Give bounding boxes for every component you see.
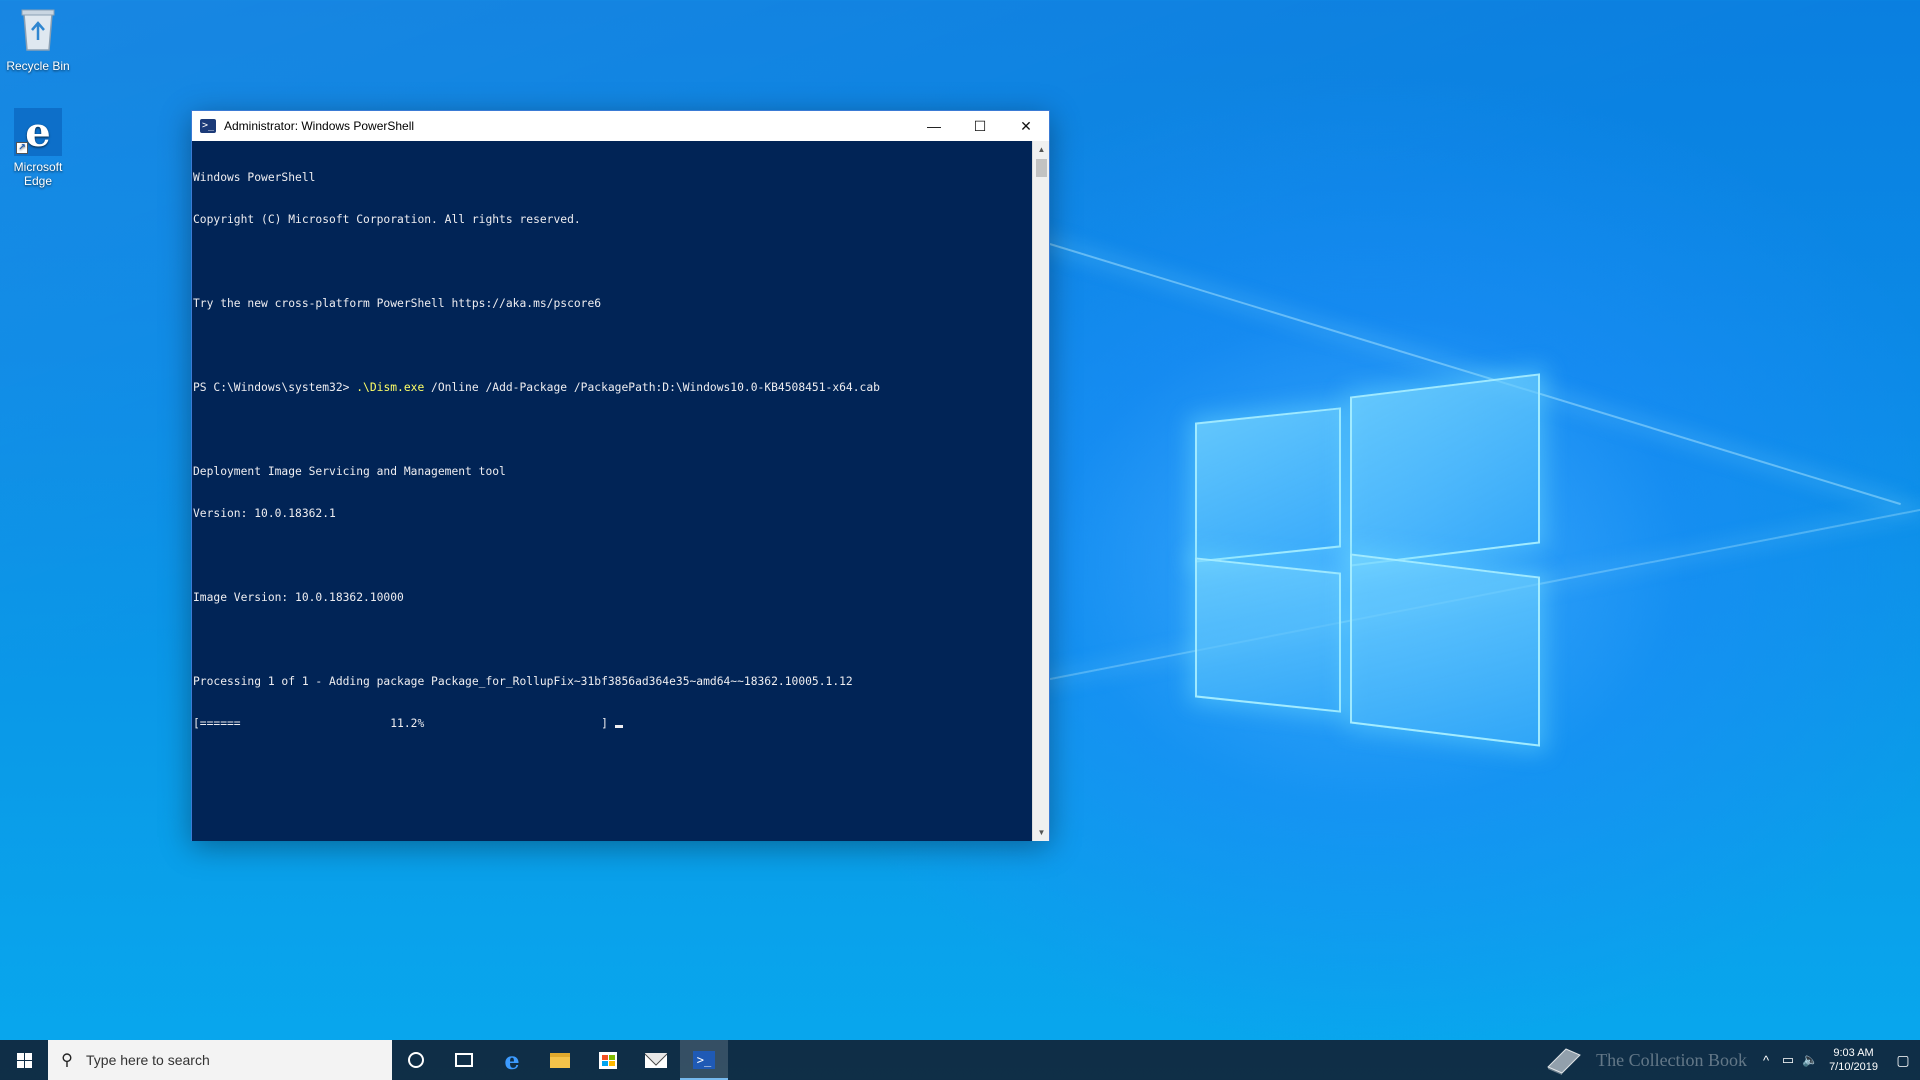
desktop-icon-label: Recycle Bin: [6, 59, 70, 73]
recycle-bin-icon: [0, 6, 76, 55]
taskbar-powershell-button[interactable]: >_: [680, 1040, 728, 1080]
edge-icon: e ↗: [14, 108, 62, 156]
desktop-icon-microsoft-edge[interactable]: e ↗ Microsoft Edge: [0, 108, 76, 188]
console-line: Processing 1 of 1 - Adding package Packa…: [193, 675, 853, 688]
console-line: Copyright (C) Microsoft Corporation. All…: [193, 213, 581, 226]
search-placeholder: Type here to search: [86, 1052, 210, 1068]
clock-time: 9:03 AM: [1833, 1047, 1874, 1059]
cortana-icon: [408, 1052, 424, 1068]
progress-bar-text: [====== 11.2% ]: [193, 717, 615, 730]
powershell-icon[interactable]: >_: [200, 119, 216, 133]
powershell-icon: >_: [693, 1051, 715, 1069]
taskbar-search-box[interactable]: ⚲ Type here to search: [48, 1040, 392, 1080]
powershell-window[interactable]: >_ Administrator: Windows PowerShell — ☐…: [191, 110, 1050, 841]
task-view-icon: [455, 1053, 473, 1067]
shortcut-arrow-icon: ↗: [16, 142, 28, 154]
edge-icon: e: [504, 1045, 520, 1075]
scrollbar-thumb[interactable]: [1036, 159, 1047, 177]
mail-icon: [645, 1052, 667, 1068]
progress-line: [====== 11.2% ]: [193, 717, 1032, 731]
console-line: Image Version: 10.0.18362.10000: [193, 591, 404, 604]
windows-start-icon: [16, 1052, 32, 1068]
book-logo-icon: [1547, 1048, 1581, 1075]
minimize-button[interactable]: —: [911, 111, 957, 141]
command-line: PS C:\Windows\system32> .\Dism.exe /Onli…: [193, 381, 1032, 395]
taskbar-mail-button[interactable]: [632, 1040, 680, 1080]
scroll-up-arrow-icon[interactable]: ▲: [1033, 141, 1050, 158]
cortana-button[interactable]: [392, 1040, 440, 1080]
maximize-button[interactable]: ☐: [957, 111, 1003, 141]
desktop-icon-recycle-bin[interactable]: Recycle Bin: [0, 6, 76, 73]
taskbar-edge-button[interactable]: e: [488, 1040, 536, 1080]
file-explorer-icon: [550, 1052, 570, 1068]
store-icon: [599, 1051, 617, 1069]
vertical-scrollbar[interactable]: ▲ ▼: [1032, 141, 1049, 841]
task-view-button[interactable]: [440, 1040, 488, 1080]
volume-icon[interactable]: 🔈: [1799, 1052, 1821, 1068]
text-cursor: [614, 725, 623, 728]
taskbar-clock[interactable]: 9:03 AM 7/10/2019: [1829, 1046, 1878, 1074]
taskbar-file-explorer-button[interactable]: [536, 1040, 584, 1080]
prompt-prefix: PS C:\Windows\system32>: [193, 381, 357, 394]
action-center-icon[interactable]: ▢: [1886, 1040, 1920, 1080]
watermark-text: The Collection Book: [1596, 1049, 1748, 1070]
search-icon: ⚲: [61, 1052, 73, 1069]
console-line: Deployment Image Servicing and Managemen…: [193, 465, 506, 478]
taskbar: ⚲ Type here to search e >_ The Collectio…: [0, 1040, 1920, 1080]
command-name: .\Dism.exe: [356, 381, 425, 394]
command-args: /Online /Add-Package /PackagePath:D:\Win…: [424, 381, 880, 394]
console-line: Try the new cross-platform PowerShell ht…: [193, 297, 602, 310]
console-line: Version: 10.0.18362.1: [193, 507, 336, 520]
console-output[interactable]: Windows PowerShell Copyright (C) Microso…: [192, 141, 1032, 841]
system-tray: The Collection Book ^ ▭ 🔈 9:03 AM 7/10/2…: [1544, 1040, 1920, 1080]
close-button[interactable]: ✕: [1003, 111, 1049, 141]
window-title: Administrator: Windows PowerShell: [224, 119, 415, 133]
network-icon[interactable]: ▭: [1777, 1052, 1799, 1068]
desktop-icon-label: Microsoft Edge: [13, 160, 63, 188]
console-line: Windows PowerShell: [193, 171, 316, 184]
taskbar-store-button[interactable]: [584, 1040, 632, 1080]
window-titlebar[interactable]: >_ Administrator: Windows PowerShell — ☐…: [192, 111, 1049, 141]
start-button[interactable]: [0, 1040, 48, 1080]
clock-date: 7/10/2019: [1829, 1061, 1878, 1073]
chevron-up-icon[interactable]: ^: [1755, 1053, 1777, 1068]
scroll-down-arrow-icon[interactable]: ▼: [1033, 824, 1050, 841]
